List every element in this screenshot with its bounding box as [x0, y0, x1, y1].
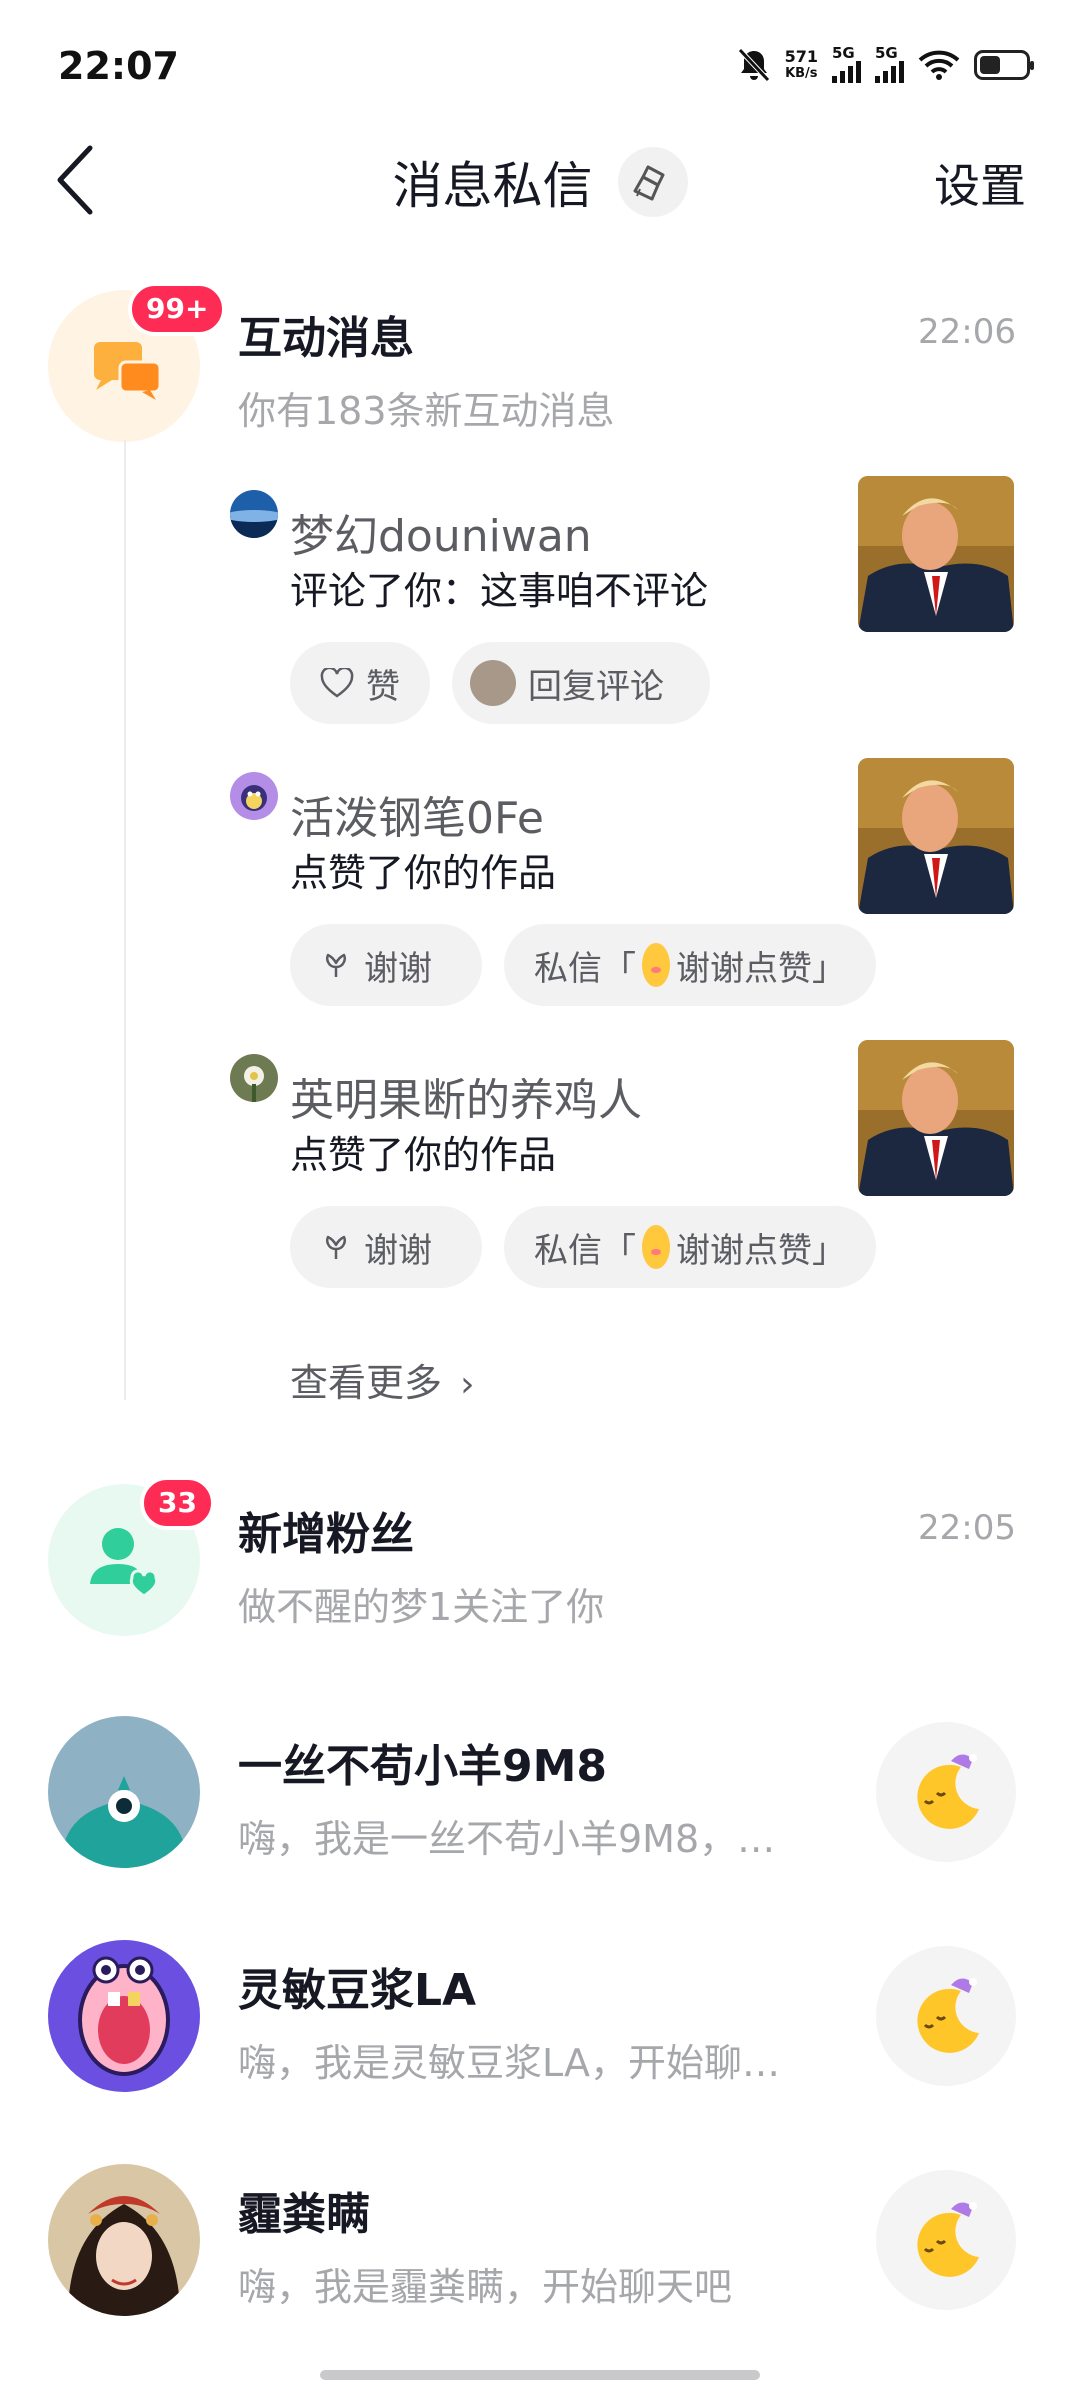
chat-name[interactable]: 一丝不苟小羊9M8	[238, 1730, 607, 1794]
shy-face-emoji	[642, 1225, 670, 1269]
reply-label: 回复评论	[528, 666, 664, 707]
dm-suffix: 谢谢点赞」	[676, 948, 846, 989]
followers-title[interactable]: 新增粉丝	[238, 1498, 414, 1562]
sleepy-moon-icon	[917, 1978, 979, 2053]
avatar[interactable]	[48, 1940, 200, 2092]
followers-time: 22:05	[918, 1508, 1016, 1548]
battery-icon	[974, 49, 1034, 80]
like-label: 赞	[366, 666, 400, 707]
like-comment-button[interactable]: 赞	[290, 642, 430, 724]
interaction-time: 22:06	[918, 312, 1016, 352]
signal-icon: 5G	[832, 46, 861, 83]
dm-suffix: 谢谢点赞」	[676, 1230, 846, 1271]
unread-badge: 33	[140, 1476, 215, 1530]
page-title: 消息私信	[0, 146, 1080, 218]
dm-thanks-button[interactable]: 私信「 谢谢点赞」	[504, 924, 876, 1006]
interaction-avatar[interactable]: 99+	[48, 282, 227, 442]
video-thumbnail[interactable]	[858, 1040, 1014, 1196]
chevron-right-icon: ›	[460, 1364, 475, 1405]
chat-name[interactable]: 霾粪瞒	[238, 2178, 370, 2242]
flower-icon	[326, 1235, 346, 1259]
heart-outline-icon	[320, 668, 354, 698]
thanks-label: 谢谢	[364, 1230, 432, 1271]
signal-icon: 5G	[875, 46, 904, 83]
wifi-icon	[918, 50, 960, 80]
interaction-title[interactable]: 互动消息	[238, 302, 414, 366]
avatar[interactable]	[230, 1054, 278, 1102]
sleepy-moon-icon	[917, 2202, 979, 2277]
say-hi-button[interactable]	[876, 1722, 1016, 1862]
broom-icon	[633, 165, 665, 201]
commenter-avatar	[470, 660, 516, 706]
message-text: 点赞了你的作品	[290, 851, 557, 895]
say-hi-button[interactable]	[876, 2170, 1016, 2310]
unread-badge: 99+	[128, 282, 227, 336]
flower-icon	[326, 953, 346, 977]
settings-link[interactable]: 设置	[934, 150, 1026, 216]
avatar[interactable]	[48, 2164, 200, 2316]
dm-thanks-button[interactable]: 私信「 谢谢点赞」	[504, 1206, 876, 1288]
view-more-label: 查看更多	[290, 1361, 443, 1405]
followers-subtitle: 做不醒的梦1关注了你	[238, 1585, 605, 1629]
video-thumbnail[interactable]	[858, 476, 1014, 632]
followers-avatar[interactable]: 33	[48, 1476, 215, 1636]
message-text: 评论了你：这事咱不评论	[290, 569, 709, 613]
view-more-link[interactable]: 查看更多 ›	[290, 1352, 475, 1407]
chat-preview: 嗨，我是霾粪瞒，开始聊天吧	[238, 2265, 733, 2309]
user-name[interactable]: 活泼钢笔0Fe	[290, 782, 544, 846]
mute-bell-icon	[737, 47, 770, 82]
status-icons: 571 KB/s 5G 5G	[737, 46, 1034, 83]
divider-line	[124, 440, 126, 1400]
thanks-label: 谢谢	[364, 948, 432, 989]
chat-preview: 嗨，我是灵敏豆浆LA，开始聊…	[238, 2041, 781, 2085]
user-name[interactable]: 英明果断的养鸡人	[290, 1064, 642, 1128]
avatar[interactable]	[230, 772, 278, 820]
dm-prefix: 私信「	[534, 1230, 636, 1271]
thanks-button[interactable]: 谢谢	[290, 924, 482, 1006]
say-hi-button[interactable]	[876, 1946, 1016, 2086]
shy-face-emoji	[642, 943, 670, 987]
status-time: 22:07	[58, 44, 179, 88]
sleepy-moon-icon	[917, 1754, 979, 1829]
avatar[interactable]	[48, 1716, 200, 1868]
home-indicator[interactable]	[320, 2370, 760, 2380]
interaction-subtitle: 你有183条新互动消息	[238, 389, 615, 433]
thanks-button[interactable]: 谢谢	[290, 1206, 482, 1288]
message-text: 点赞了你的作品	[290, 1133, 557, 1177]
chat-name[interactable]: 灵敏豆浆LA	[238, 1954, 476, 2018]
avatar[interactable]	[230, 490, 278, 538]
video-thumbnail[interactable]	[858, 758, 1014, 914]
reply-comment-button[interactable]: 回复评论	[452, 642, 710, 724]
net-speed: 571 KB/s	[784, 46, 818, 81]
chat-preview: 嗨，我是一丝不苟小羊9M8，…	[238, 1817, 776, 1861]
clear-unread-button[interactable]	[617, 147, 688, 217]
dm-prefix: 私信「	[534, 948, 636, 989]
user-name[interactable]: 梦幻douniwan	[290, 500, 592, 564]
